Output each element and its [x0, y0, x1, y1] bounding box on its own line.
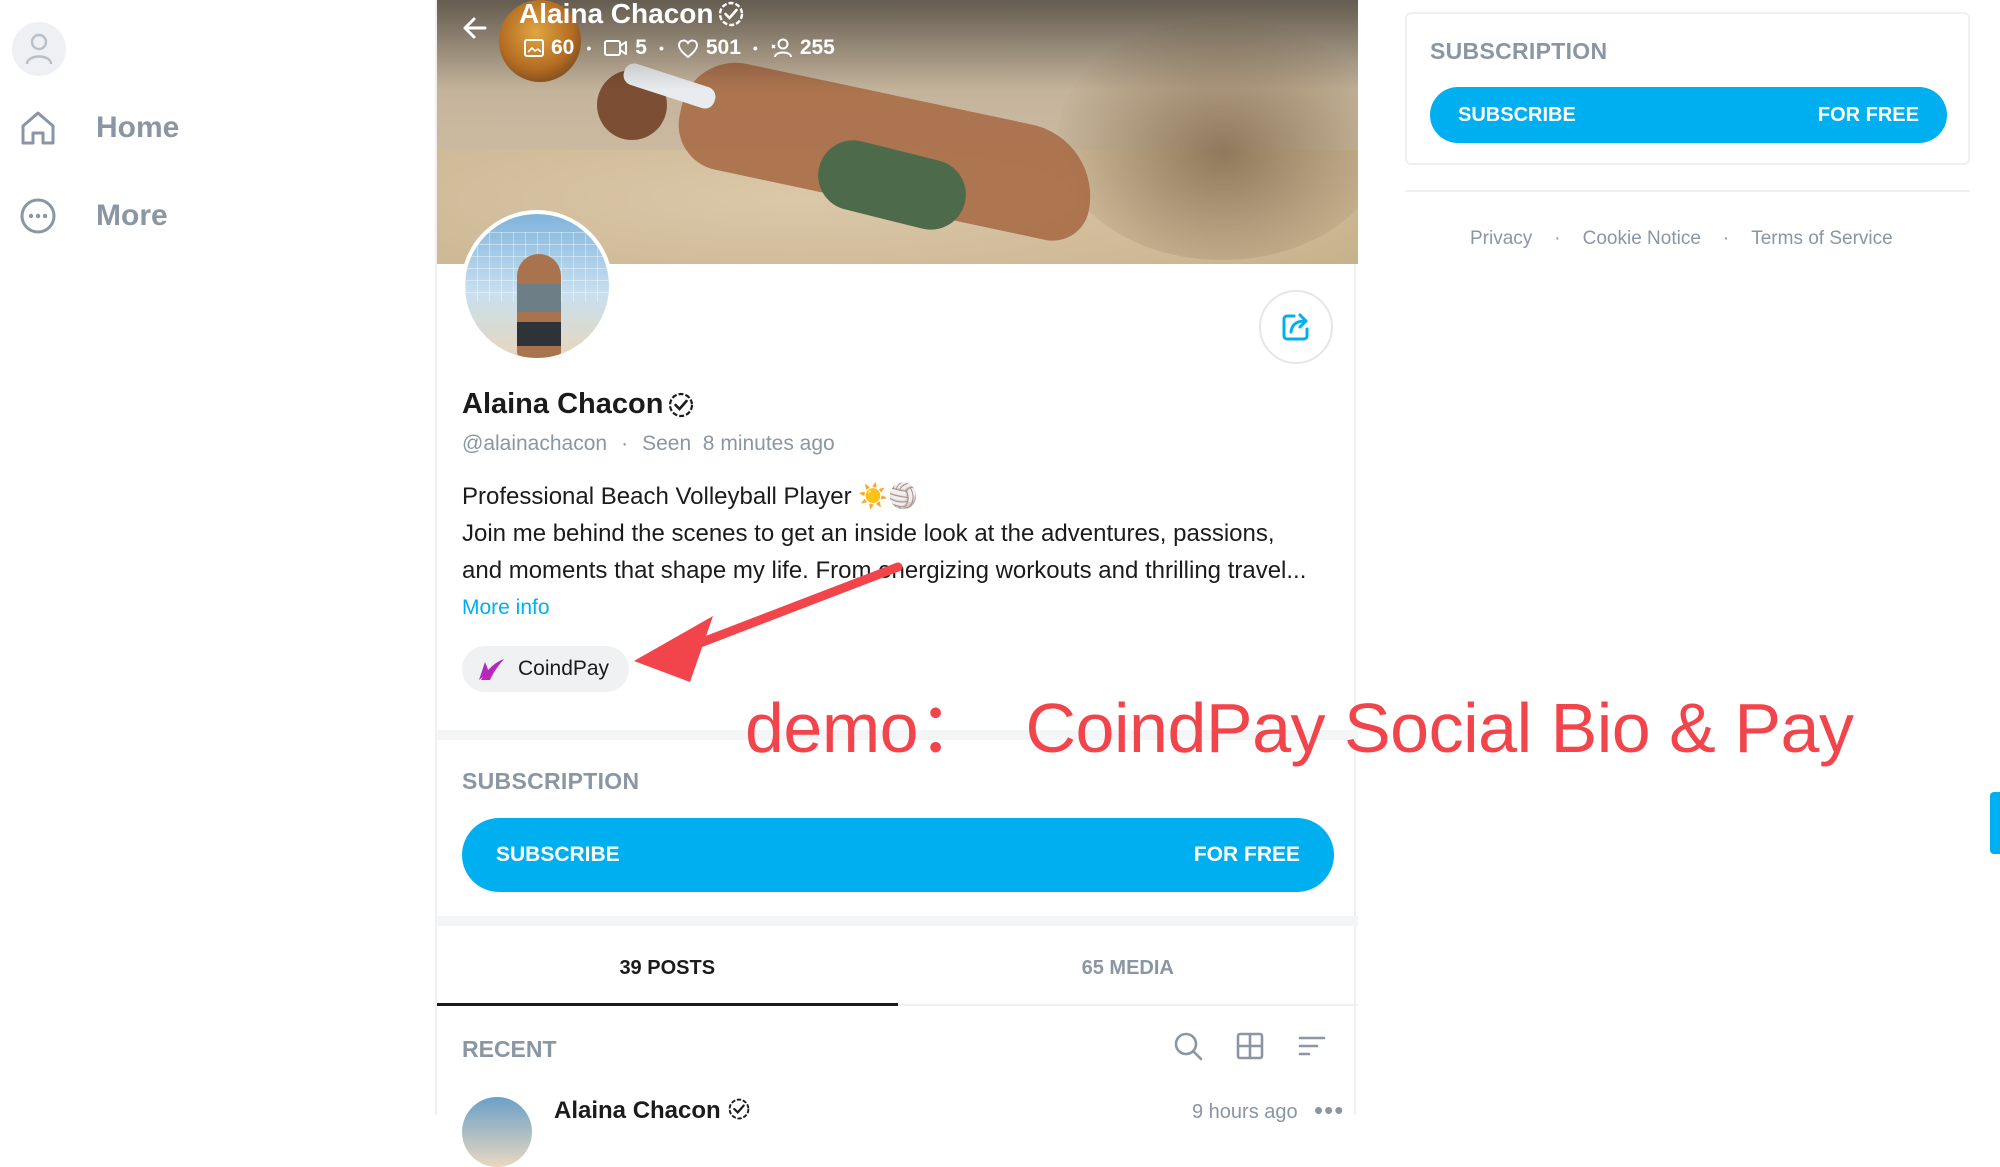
coindpay-label: CoindPay: [518, 657, 610, 680]
video-icon: [604, 40, 628, 56]
arrow-left-icon: [463, 17, 487, 39]
privacy-link[interactable]: Privacy: [1470, 228, 1532, 250]
nav-more[interactable]: More: [18, 196, 168, 236]
grid-icon: [1236, 1032, 1264, 1060]
edge-drawer-tab[interactable]: [1990, 792, 2000, 854]
profile-meta: @alainachacon · Seen 8 minutes ago: [462, 432, 835, 455]
section-divider: [437, 916, 1358, 926]
stat-fans: 255: [770, 36, 835, 60]
left-sidebar: Home More: [0, 0, 300, 1115]
user-icon: [25, 33, 53, 65]
profile-column: Alaina Chacon 60 • 5 • 501 • 255 Alaina …: [435, 0, 1358, 1167]
subscribe-price: FOR FREE: [1193, 843, 1300, 866]
profile-name: Alaina Chacon: [462, 388, 695, 421]
profile-bio: Professional Beach Volleyball Player ☀️🏐…: [462, 478, 1342, 589]
subscribe-label: SUBSCRIBE: [496, 843, 620, 866]
profile-name-text: Alaina Chacon: [462, 388, 664, 420]
image-icon: [524, 39, 544, 57]
right-subscription-title: SUBSCRIPTION: [1430, 38, 1608, 64]
post-time: 9 hours ago: [1192, 1101, 1298, 1123]
post-avatar[interactable]: [462, 1097, 532, 1167]
footer-links: Privacy · Cookie Notice · Terms of Servi…: [1470, 228, 1893, 250]
user-avatar[interactable]: [12, 22, 66, 76]
bio-line-1: Professional Beach Volleyball Player ☀️🏐: [462, 483, 918, 510]
profile-handle: @alainachacon: [462, 432, 608, 455]
post-author[interactable]: Alaina Chacon: [554, 1097, 751, 1125]
fans-icon: [771, 38, 792, 58]
footer-separator: ·: [1722, 228, 1730, 249]
subscription-title: SUBSCRIPTION: [462, 768, 640, 794]
stat-likes: 501: [676, 36, 741, 60]
annotation-caption: demo： CoindPay Social Bio & Pay: [745, 689, 1854, 767]
profile-avatar[interactable]: [461, 210, 613, 362]
subscribe-button[interactable]: SUBSCRIBE FOR FREE: [462, 818, 1334, 892]
nav-home-label: Home: [96, 111, 180, 144]
nav-more-label: More: [96, 199, 168, 232]
heart-icon: [677, 39, 698, 59]
post-item[interactable]: Alaina Chacon 9 hours ago •••: [462, 1095, 1343, 1167]
coindpay-logo-icon: [479, 659, 504, 680]
tab-posts[interactable]: 39 POSTS: [437, 932, 898, 1006]
header-stats: 60 • 5 • 501 • 255: [523, 36, 835, 60]
right-subscribe-button[interactable]: SUBSCRIBE FOR FREE: [1430, 87, 1947, 143]
home-icon: [21, 111, 55, 145]
header-name-text: Alaina Chacon: [519, 0, 714, 29]
verified-icon: [669, 392, 694, 417]
stat-videos-count: 5: [635, 36, 647, 59]
bio-line-3: and moments that shape my life. From ene…: [462, 557, 1307, 584]
share-icon: [1282, 313, 1309, 341]
bio-line-2: Join me behind the scenes to get an insi…: [462, 520, 1275, 547]
stat-photos: 60: [523, 36, 574, 60]
right-divider: [1405, 190, 1970, 192]
sort-icon: [1298, 1036, 1326, 1056]
share-button[interactable]: [1259, 290, 1333, 364]
feed-tools: [1172, 1030, 1328, 1062]
header-name: Alaina Chacon: [519, 0, 745, 30]
stat-likes-count: 501: [705, 36, 741, 59]
stat-videos: 5: [603, 36, 647, 60]
last-seen: Seen 8 minutes ago: [642, 432, 835, 455]
stat-fans-count: 255: [799, 36, 835, 59]
verified-icon: [728, 1098, 750, 1120]
cookie-notice-link[interactable]: Cookie Notice: [1583, 228, 1701, 250]
right-subscribe-label: SUBSCRIBE: [1458, 103, 1576, 126]
right-subscribe-price: FOR FREE: [1817, 103, 1919, 126]
profile-header-bar: Alaina Chacon 60 • 5 • 501 • 255: [437, 0, 1358, 82]
back-button[interactable]: [459, 12, 491, 49]
nav-home[interactable]: Home: [18, 108, 179, 148]
tab-media[interactable]: 65 MEDIA: [898, 932, 1359, 1004]
grid-view-button[interactable]: [1234, 1030, 1266, 1062]
post-author-name: Alaina Chacon: [554, 1097, 721, 1124]
more-info-link[interactable]: More info: [462, 596, 550, 620]
search-button[interactable]: [1172, 1030, 1204, 1062]
stat-photos-count: 60: [551, 36, 575, 59]
profile-tabs: 39 POSTS 65 MEDIA: [437, 932, 1358, 1006]
sort-button[interactable]: [1296, 1030, 1328, 1062]
recent-label: RECENT: [462, 1036, 557, 1062]
footer-separator: ·: [1554, 228, 1561, 249]
search-icon: [1174, 1032, 1203, 1061]
post-menu-button[interactable]: •••: [1314, 1095, 1344, 1126]
subscription-card: SUBSCRIPTION SUBSCRIBE FOR FREE: [1405, 12, 1970, 165]
coindpay-link-chip[interactable]: CoindPay: [462, 646, 630, 692]
more-circle-icon: [20, 198, 56, 234]
verified-icon: [719, 1, 744, 27]
terms-link[interactable]: Terms of Service: [1751, 228, 1892, 250]
